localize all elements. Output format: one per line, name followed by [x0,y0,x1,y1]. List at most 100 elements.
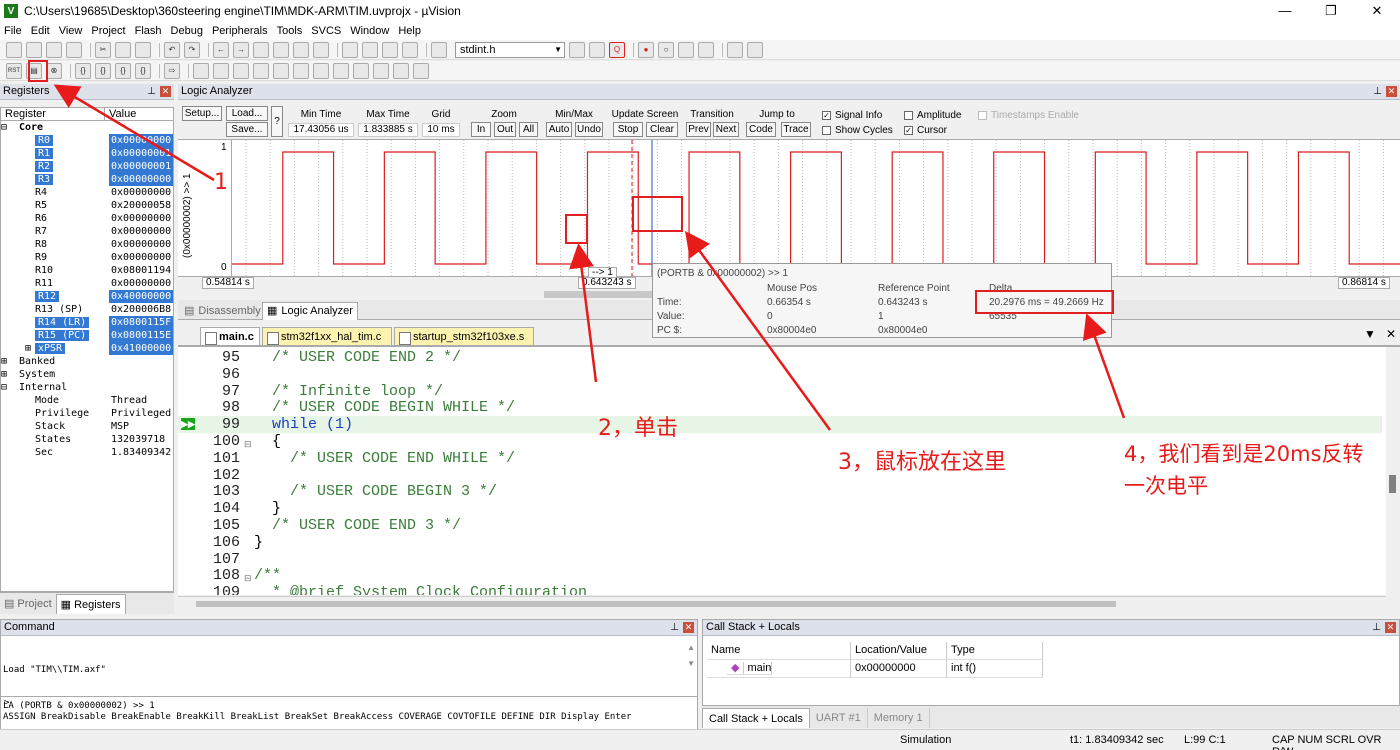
trace-button[interactable]: Trace [781,122,811,137]
find-combo[interactable]: stdint.h ▼ [455,41,565,58]
register-row[interactable]: ⊞ System [1,368,173,381]
disassembly-window-icon[interactable] [213,62,229,79]
memory-window-icon[interactable] [313,62,329,79]
value-column-header[interactable]: Value [105,108,136,120]
menu-peripherals[interactable]: Peripherals [212,25,268,37]
register-column-header[interactable]: Register [1,108,105,120]
show-cycles-checkbox[interactable]: Show Cycles [822,125,893,136]
redo-icon[interactable]: ↷ [184,41,200,58]
close-icon[interactable]: ✕ [160,86,171,97]
code-line[interactable]: ▶▶ 99 while (1) [178,416,1382,434]
menu-svcs[interactable]: SVCS [311,25,341,37]
breakpoint-disable-icon[interactable]: ○ [658,41,674,58]
expand-icon[interactable]: ⊞ [1,368,19,381]
find-in-files-icon[interactable] [431,41,447,58]
open-file-icon[interactable] [26,41,42,58]
cut-icon[interactable]: ✂ [95,41,111,58]
register-row[interactable]: R14 (LR) 0x0800115F [1,316,173,329]
location-column-header[interactable]: Location/Value [851,642,947,660]
pin-icon[interactable]: ⊥ [670,620,679,635]
code-line[interactable]: 106} [178,534,1382,551]
code-line[interactable]: 97 /* Infinite loop */ [178,383,1382,400]
pin-icon[interactable]: ⊥ [1372,620,1381,635]
code-line[interactable]: 109 * @brief System Clock Configuration [178,584,1382,595]
system-viewer-icon[interactable] [393,62,409,79]
signal-label-area[interactable]: (0x00000002) >> 1 1 0 [178,140,232,276]
register-row[interactable]: R5 0x20000058 [1,199,173,212]
nav-forward-icon[interactable]: → [233,41,249,58]
close-icon[interactable]: ✕ [683,622,694,633]
table-row[interactable]: ◆ main 0x00000000 int f() [707,660,1043,678]
clear-button[interactable]: Clear [646,122,678,137]
setup-button[interactable]: Setup... [182,106,222,121]
auto-button[interactable]: Auto [546,122,572,137]
bookmark-next-icon[interactable] [293,41,309,58]
register-row[interactable]: Privilege Privileged [1,407,173,420]
serial-window-icon[interactable] [333,62,349,79]
run-to-cursor-icon[interactable]: {} [135,62,151,79]
tab-uart[interactable]: UART #1 [810,708,868,728]
tab-list-icon[interactable]: ▼ [1364,327,1376,341]
breakpoint-icon[interactable]: ● [638,41,654,58]
menu-project[interactable]: Project [91,25,125,37]
debug-session-icon[interactable]: Q [609,41,625,58]
code-line[interactable]: 104 } [178,500,1382,517]
command-window-icon[interactable] [193,62,209,79]
bookmark-prev-icon[interactable] [273,41,289,58]
tab-startup-s[interactable]: startup_stm32f103xe.s [394,327,534,346]
scroll-thumb[interactable] [1389,475,1396,493]
save-button[interactable]: Save... [226,122,268,137]
menu-flash[interactable]: Flash [135,25,162,37]
pin-icon[interactable]: ⊥ [1373,84,1382,99]
undo-icon[interactable]: ↶ [164,41,180,58]
call-stack-window-icon[interactable] [273,62,289,79]
menu-edit[interactable]: Edit [31,25,50,37]
register-row[interactable]: R0 0x00000000 [1,134,173,147]
watch-window-icon[interactable] [293,62,309,79]
minimize-button[interactable]: — [1262,0,1308,22]
register-row[interactable]: R2 0x00000001 [1,160,173,173]
signal-waveform[interactable] [232,140,1400,276]
registers-window-icon[interactable] [253,62,269,79]
menu-debug[interactable]: Debug [171,25,203,37]
register-row[interactable]: R4 0x00000000 [1,186,173,199]
amplitude-checkbox[interactable]: Amplitude [904,110,961,121]
register-row[interactable]: R12 0x40000000 [1,290,173,303]
cursor-checkbox[interactable]: ✓ Cursor [904,125,947,136]
uncomment-icon[interactable] [402,41,418,58]
bookmark-icon[interactable] [253,41,269,58]
bookmark-clear-icon[interactable] [313,41,329,58]
menu-view[interactable]: View [59,25,83,37]
breakpoint-kill-icon[interactable] [678,41,694,58]
nav-back-icon[interactable]: ← [213,41,229,58]
expand-icon[interactable]: ⊞ [1,342,35,355]
save-icon[interactable] [46,41,62,58]
configure-icon[interactable] [747,41,763,58]
tab-project[interactable]: ▤ Project [0,594,56,614]
zoom-out-button[interactable]: Out [494,122,516,137]
next-button[interactable]: Next [713,122,739,137]
signal-info-checkbox[interactable]: ✓ Signal Info [822,110,882,121]
stop-icon[interactable]: ⊗ [46,62,62,79]
type-column-header[interactable]: Type [947,642,1043,660]
code-button[interactable]: Code [746,122,776,137]
tab-logic-analyzer[interactable]: ▦ Logic Analyzer [262,302,358,320]
register-row[interactable]: R7 0x00000000 [1,225,173,238]
menu-window[interactable]: Window [350,25,389,37]
register-row[interactable]: Sec 1.83409342 [1,446,173,459]
register-row[interactable]: R9 0x00000000 [1,251,173,264]
step-into-icon[interactable]: {} [75,62,91,79]
find-icon[interactable] [569,41,585,58]
save-all-icon[interactable] [66,41,82,58]
scroll-thumb[interactable] [196,601,1116,607]
incremental-find-icon[interactable] [589,41,605,58]
command-input[interactable]: > [1,696,697,710]
register-row[interactable]: Stack MSP [1,420,173,433]
paste-icon[interactable] [135,41,151,58]
register-row[interactable]: R13 (SP) 0x200006B8 [1,303,173,316]
code-line[interactable]: 95 /* USER CODE END 2 */ [178,349,1382,366]
menu-help[interactable]: Help [398,25,421,37]
code-line[interactable]: 98 /* USER CODE BEGIN WHILE */ [178,399,1382,416]
show-next-statement-icon[interactable]: ⇨ [164,62,180,79]
register-row[interactable]: R8 0x00000000 [1,238,173,251]
